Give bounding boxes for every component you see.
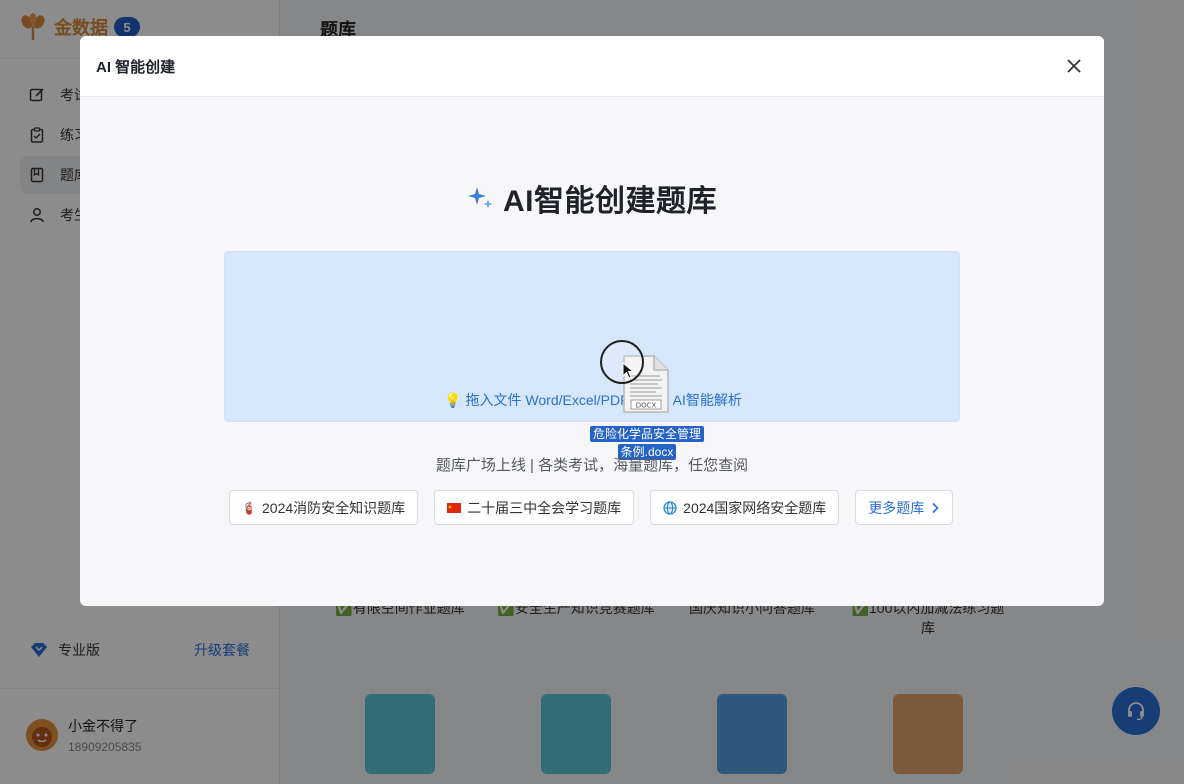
close-icon [1067,59,1081,73]
tagline: 题库广场上线 | 各类考试，海量题库，任您查阅 [435,457,749,474]
chip-cyber-security-bank[interactable]: 2024国家网络安全题库 [650,490,840,525]
close-button[interactable] [1060,52,1088,80]
drop-hint-prefix: 拖入文件 Word/Excel/PDF [465,392,629,408]
drop-hint: 💡 拖入文件 Word/Excel/PDF AI智能解析 [225,390,961,410]
hero-title: AI智能创建题库 [503,185,717,218]
modal-title: AI 智能创建 [96,58,176,76]
drop-hint-suffix: AI智能解析 [672,392,742,408]
file-dropzone[interactable]: 💡 拖入文件 Word/Excel/PDF AI智能解析 [224,251,960,422]
more-banks-label: 更多题库 [868,499,925,516]
flag-icon [447,501,462,515]
chevron-right-icon [932,502,939,513]
modal-header: AI 智能创建 [80,36,1104,97]
mouse-pointer-icon [622,362,634,379]
chip-label: 2024消防安全知识题库 [262,499,406,516]
featured-banks: 🧯 2024消防安全知识题库 二十届三中全会学习题库 2024国家网络安全题库 … [229,490,954,525]
chip-fire-safety-bank[interactable]: 🧯 2024消防安全知识题库 [229,490,419,525]
sparkle-icon [468,187,493,209]
more-banks-button[interactable]: 更多题库 [855,490,954,525]
chip-label: 二十届三中全会学习题库 [467,499,622,516]
chip-plenum-study-bank[interactable]: 二十届三中全会学习题库 [434,490,635,525]
ai-create-modal: AI 智能创建 AI智能创建题库 💡 拖入文件 Word/Excel/PDF A… [80,36,1104,606]
chip-label: 2024国家网络安全题库 [683,499,827,516]
svg-text:DOCX: DOCX [636,402,657,410]
hero: AI智能创建题库 [80,176,1104,220]
fire-extinguisher-icon: 🧯 [241,500,257,515]
globe-icon [663,500,677,515]
lightbulb-icon: 💡 [444,391,462,408]
